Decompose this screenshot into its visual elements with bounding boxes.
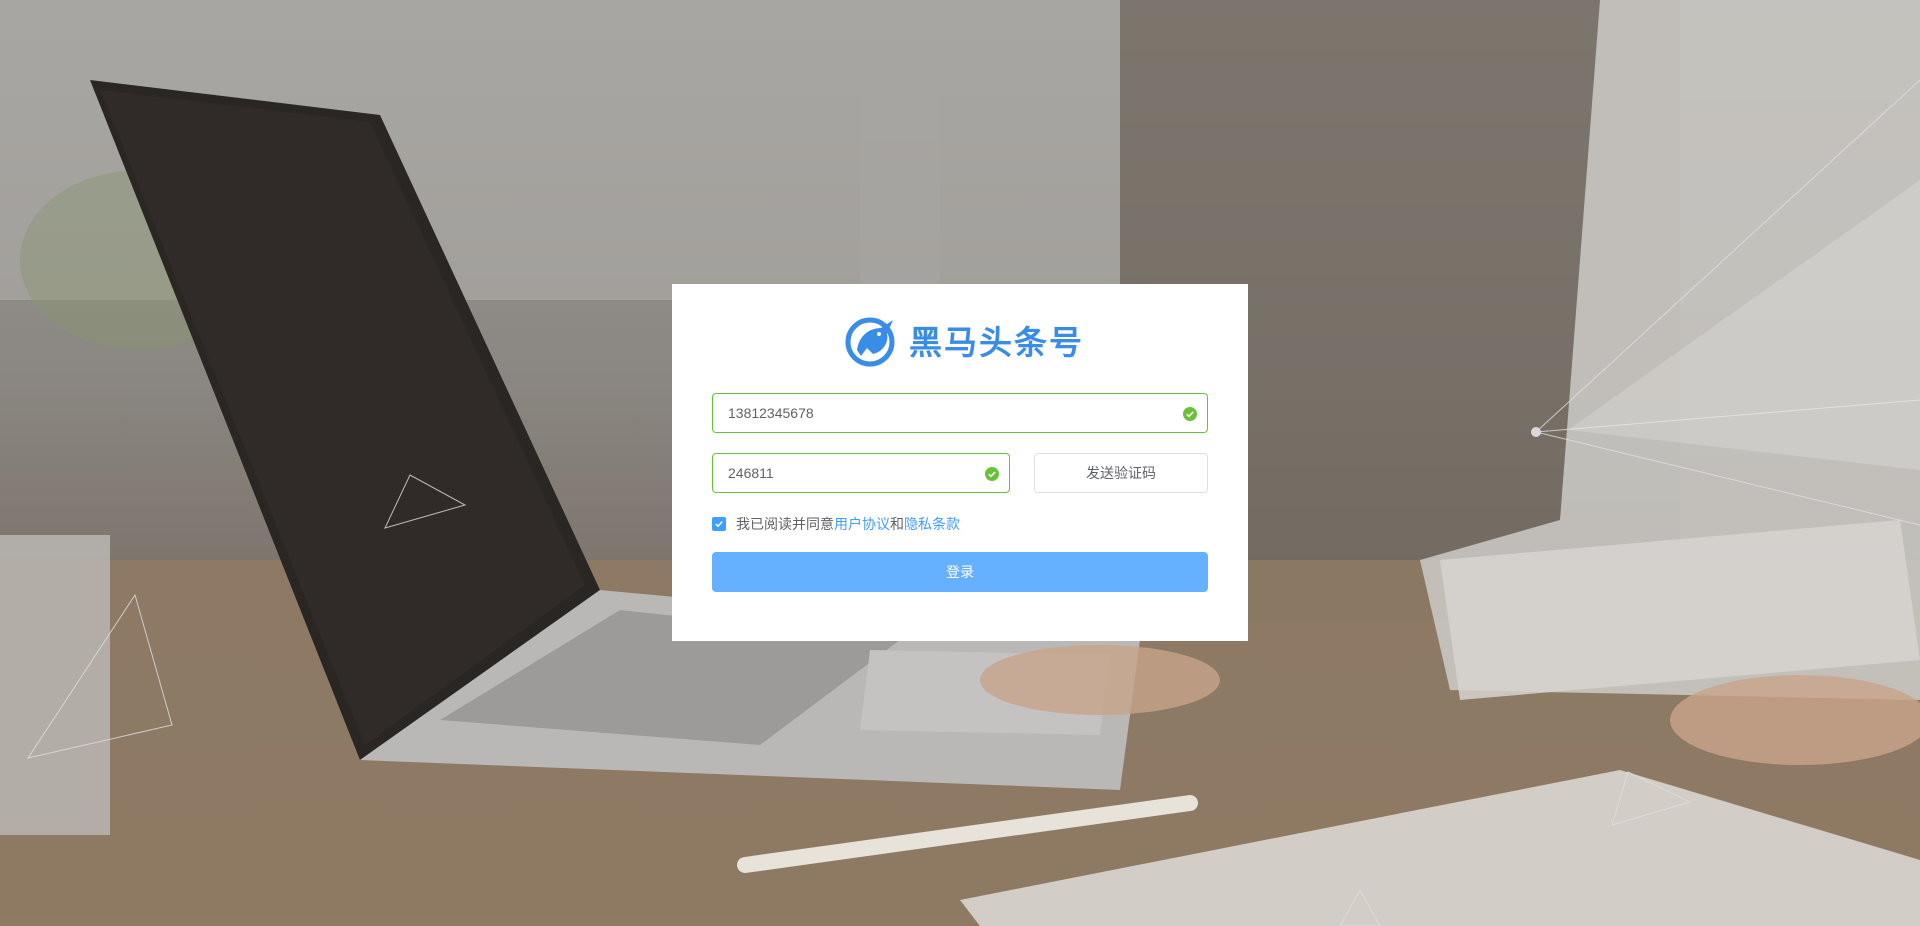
check-circle-icon (985, 467, 999, 481)
check-circle-icon (1183, 407, 1197, 421)
agreement-conjunction: 和 (890, 517, 904, 533)
user-agreement-link[interactable]: 用户协议 (834, 514, 890, 534)
check-icon (715, 521, 723, 528)
agreement-row: 我已阅读并同意 用户协议 和 隐私条款 (712, 514, 960, 534)
verification-code-input[interactable] (713, 454, 1009, 492)
verification-code-field (712, 453, 1010, 493)
login-button[interactable]: 登录 (712, 552, 1208, 592)
horse-head-logo-icon (845, 317, 895, 367)
brand-name: 黑马头条号 (909, 323, 1084, 362)
login-card: 黑马头条号 发送验证码 我已阅读并同意 用户协议 和 隐私条款 登录 (672, 284, 1248, 641)
phone-input[interactable] (713, 394, 1207, 432)
agreement-prefix: 我已阅读并同意 (736, 517, 834, 533)
send-code-button[interactable]: 发送验证码 (1034, 453, 1208, 493)
agreement-checkbox[interactable] (712, 517, 726, 531)
phone-field (712, 393, 1208, 433)
brand: 黑马头条号 (843, 312, 1084, 368)
privacy-terms-link[interactable]: 隐私条款 (904, 514, 960, 534)
